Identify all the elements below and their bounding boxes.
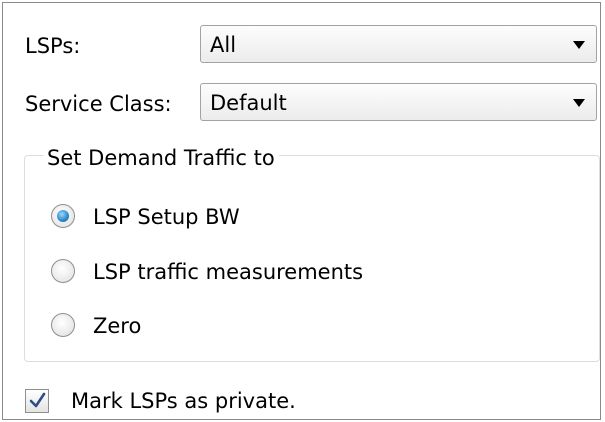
mark-private-checkbox[interactable] — [25, 389, 49, 413]
radio-label: LSP Setup BW — [93, 205, 240, 229]
radio-button-selected[interactable] — [51, 204, 75, 228]
lsps-label: LSPs: — [25, 34, 81, 58]
service-class-label: Service Class: — [25, 92, 172, 116]
service-class-dropdown[interactable]: Default — [200, 83, 597, 121]
demand-traffic-group-title: Set Demand Traffic to — [43, 145, 279, 171]
radio-label: Zero — [93, 314, 142, 338]
service-class-selected-value: Default — [210, 91, 287, 115]
radio-label: LSP traffic measurements — [93, 260, 364, 284]
chevron-down-icon — [573, 99, 585, 107]
mark-private-label: Mark LSPs as private. — [71, 389, 296, 413]
lsps-dropdown[interactable]: All — [200, 25, 597, 63]
dialog-panel: LSPs: All Service Class: Default Set Dem… — [2, 2, 601, 420]
chevron-down-icon — [573, 41, 585, 49]
checkmark-icon — [29, 392, 46, 408]
radio-button[interactable] — [51, 259, 75, 283]
lsps-selected-value: All — [210, 33, 237, 57]
radio-button[interactable] — [51, 313, 75, 337]
